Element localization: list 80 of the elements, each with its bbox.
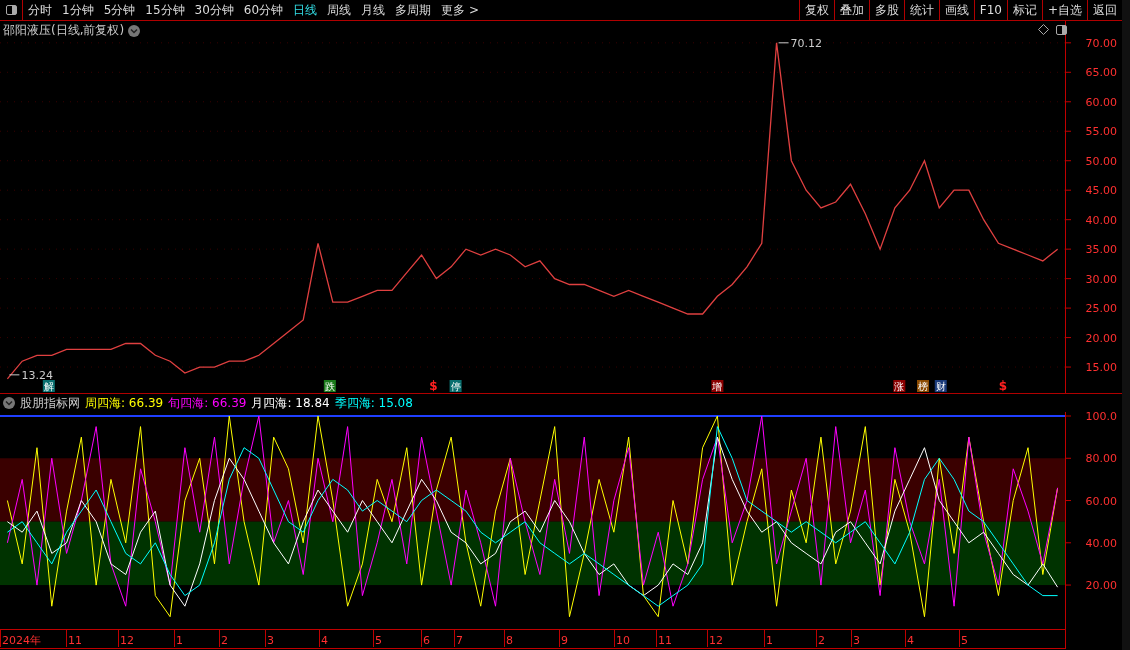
event-symbol[interactable]: $: [429, 379, 438, 393]
toolbar-button[interactable]: 画线: [938, 0, 974, 20]
leader-line: [8, 374, 20, 376]
period-tab[interactable]: 日线: [288, 0, 323, 20]
date-label: 11: [68, 634, 82, 647]
axis-label: 100.0: [1085, 412, 1117, 423]
toolbar-button[interactable]: 叠加: [833, 0, 869, 20]
date-label: 8: [506, 634, 513, 647]
period-tab[interactable]: 分时: [23, 0, 57, 20]
period-tab[interactable]: 更多 >: [436, 0, 484, 20]
diamond-icon[interactable]: [1038, 24, 1049, 35]
date-label: 9: [561, 634, 568, 647]
period-tab[interactable]: 1分钟: [57, 0, 99, 20]
event-tag[interactable]: 解: [42, 380, 55, 392]
price-annotation: 13.24: [21, 368, 53, 382]
date-label: 3: [267, 634, 274, 647]
period-tab[interactable]: 周线: [322, 0, 357, 20]
event-tag[interactable]: 停: [449, 380, 462, 392]
toolbar-button[interactable]: F10: [973, 0, 1007, 20]
indicator-reading: 月四海: 18.84: [251, 394, 330, 412]
date-label: 2024年: [2, 634, 41, 647]
date-label: 3: [853, 634, 860, 647]
toolbar-button[interactable]: 返回: [1087, 0, 1122, 20]
date-label: 2: [818, 634, 825, 647]
axis-label: 20.00: [1085, 331, 1117, 345]
toolbar-button[interactable]: 多股: [868, 0, 904, 20]
leader-line: [778, 42, 790, 44]
event-tag[interactable]: 增: [711, 380, 724, 392]
axis-label: 45.00: [1085, 184, 1117, 198]
axis-label: 50.00: [1085, 154, 1117, 168]
axis-label: 40.00: [1085, 213, 1117, 227]
period-tab[interactable]: 月线: [356, 0, 391, 20]
date-label: 12: [120, 634, 134, 647]
date-label: 6: [423, 634, 430, 647]
chevron-down-icon[interactable]: [3, 397, 15, 409]
panel-toggle-icon[interactable]: [1055, 24, 1067, 35]
period-tab[interactable]: 15分钟: [140, 0, 190, 20]
axis-label: 20.00: [1085, 579, 1117, 593]
axis-label: 15.00: [1085, 361, 1117, 375]
period-tab[interactable]: 60分钟: [238, 0, 289, 20]
date-label: 4: [907, 634, 914, 647]
date-label: 2: [221, 634, 228, 647]
toolbar-button[interactable]: 统计: [903, 0, 939, 20]
toolbar-button[interactable]: 复权: [798, 0, 834, 20]
date-label: 5: [375, 634, 382, 647]
date-label: 4: [321, 634, 328, 647]
indicator-title: 股朋指标网: [20, 394, 80, 412]
date-label: 12: [709, 634, 723, 647]
date-label: 10: [616, 634, 630, 647]
axis-label: 35.00: [1085, 243, 1117, 257]
chevron-down-icon[interactable]: [128, 24, 141, 37]
axis-label: 60.00: [1085, 494, 1117, 508]
period-tab[interactable]: 30分钟: [189, 0, 239, 20]
axis-label: 30.00: [1085, 272, 1117, 286]
toolbar-button[interactable]: 标记: [1006, 0, 1042, 20]
axis-label: 60.00: [1085, 95, 1117, 109]
event-tag[interactable]: 榜: [917, 380, 929, 392]
axis-label: 80.00: [1085, 452, 1117, 466]
date-label: 7: [456, 634, 463, 647]
indicator-reading: 周四海: 66.39: [85, 394, 164, 412]
period-tab[interactable]: 5分钟: [98, 0, 141, 20]
date-label: 1: [766, 634, 773, 647]
stock-title: 邵阳液压(日线,前复权): [3, 22, 125, 39]
event-tag[interactable]: 跌: [323, 380, 336, 392]
axis-label: 65.00: [1085, 66, 1117, 80]
axis-label: 40.00: [1085, 536, 1117, 550]
period-tab[interactable]: 多周期: [390, 0, 437, 20]
event-tag[interactable]: 财: [934, 380, 947, 392]
axis-label: 55.00: [1085, 125, 1117, 139]
axis-label: 70.00: [1085, 36, 1117, 50]
price-annotation: 70.12: [790, 36, 823, 50]
toolbar-button[interactable]: +自选: [1041, 0, 1087, 20]
event-symbol[interactable]: $: [998, 379, 1008, 393]
date-label: 5: [961, 634, 968, 647]
date-label: 1: [176, 634, 183, 647]
axis-label: 25.00: [1085, 302, 1117, 316]
date-label: 11: [658, 634, 672, 647]
event-tag[interactable]: 涨: [893, 380, 906, 392]
indicator-reading: 季四海: 15.08: [334, 394, 413, 412]
indicator-reading: 旬四海: 66.39: [168, 394, 247, 412]
